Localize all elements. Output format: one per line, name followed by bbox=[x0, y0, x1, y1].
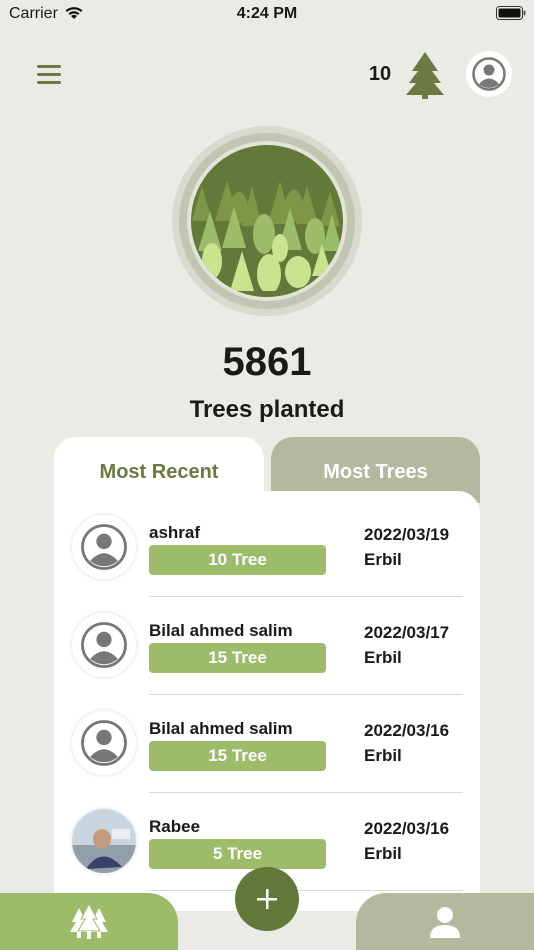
tree-count-badge: 15 Tree bbox=[149, 741, 326, 771]
forest-icon bbox=[70, 903, 108, 939]
forest-badge-image bbox=[172, 126, 362, 316]
status-bar: Carrier 4:24 PM bbox=[0, 0, 534, 28]
planting-city: Erbil bbox=[364, 648, 402, 667]
hamburger-menu-icon[interactable] bbox=[37, 65, 63, 85]
tree-count-badge: 5 Tree bbox=[149, 839, 326, 869]
planting-date: 2022/03/16 bbox=[364, 721, 450, 740]
planting-city: Erbil bbox=[364, 844, 402, 863]
default-avatar-icon bbox=[72, 613, 136, 677]
planting-date: 2022/03/16 bbox=[364, 819, 450, 838]
nav-profile-button[interactable] bbox=[356, 893, 534, 950]
planting-list: ashraf 10 Tree 2022/03/19 Erbil Bilal ah… bbox=[54, 491, 480, 911]
pine-tree-icon bbox=[406, 52, 444, 99]
planter-name: Rabee bbox=[149, 817, 201, 836]
nav-forest-button[interactable] bbox=[0, 893, 178, 950]
total-trees-count: 5861 bbox=[222, 340, 312, 384]
planter-name: Bilal ahmed salim bbox=[149, 719, 293, 738]
default-avatar-icon bbox=[72, 515, 136, 579]
list-item[interactable]: Bilal ahmed salim 15 Tree 2022/03/17 Erb… bbox=[54, 589, 480, 695]
photo-avatar bbox=[72, 809, 136, 873]
divider bbox=[149, 890, 463, 891]
list-item[interactable]: ashraf 10 Tree 2022/03/19 Erbil bbox=[54, 491, 480, 597]
status-time: 4:24 PM bbox=[236, 5, 298, 22]
profile-icon bbox=[430, 906, 460, 938]
planter-name: ashraf bbox=[149, 523, 201, 542]
user-avatar-icon bbox=[472, 57, 506, 91]
plus-icon bbox=[257, 889, 277, 909]
planter-name: Bilal ahmed salim bbox=[149, 621, 293, 640]
planting-city: Erbil bbox=[364, 550, 402, 569]
tree-count-badge: 10 Tree bbox=[149, 545, 326, 575]
planting-date: 2022/03/17 bbox=[364, 623, 450, 642]
default-avatar-icon bbox=[72, 711, 136, 775]
list-item[interactable]: Bilal ahmed salim 15 Tree 2022/03/16 Erb… bbox=[54, 687, 480, 793]
tree-count-badge: 15 Tree bbox=[149, 643, 326, 673]
add-tree-button[interactable] bbox=[235, 867, 299, 931]
profile-avatar-button[interactable] bbox=[466, 51, 512, 97]
planting-city: Erbil bbox=[364, 746, 402, 765]
battery-icon bbox=[496, 6, 526, 20]
planting-date: 2022/03/19 bbox=[364, 525, 450, 544]
total-trees-label: Trees planted bbox=[189, 396, 345, 423]
user-tree-count: 10 bbox=[368, 63, 392, 85]
